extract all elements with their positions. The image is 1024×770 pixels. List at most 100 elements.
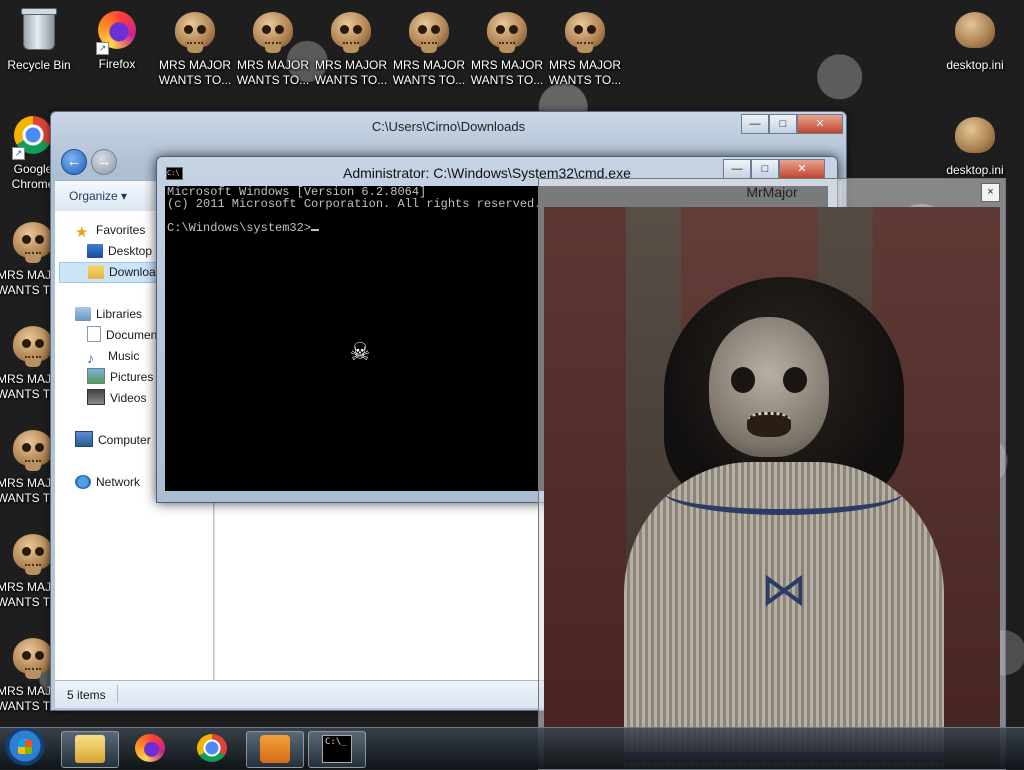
nav-documents[interactable]: Documents bbox=[87, 326, 167, 345]
nav-computer[interactable]: Computer bbox=[75, 431, 151, 450]
system-tray[interactable] bbox=[928, 734, 1018, 764]
nav-videos[interactable]: Videos bbox=[87, 389, 146, 408]
pictures-icon bbox=[87, 368, 105, 384]
skull-icon bbox=[13, 222, 53, 263]
taskbar-explorer[interactable] bbox=[61, 731, 119, 768]
desktop-icon-mrs-major-2[interactable]: MRS MAJOR WANTS TO... bbox=[236, 8, 310, 88]
taskbar-media-player[interactable] bbox=[246, 731, 304, 768]
maximize-button[interactable]: □ bbox=[769, 114, 797, 134]
windows-logo-icon bbox=[18, 740, 32, 754]
downloads-folder-icon bbox=[88, 265, 104, 279]
desktop-icon-mrs-major-6[interactable]: MRS MAJOR WANTS TO... bbox=[548, 8, 622, 88]
desktop-icon-mrs-major-1[interactable]: MRS MAJOR WANTS TO... bbox=[158, 8, 232, 88]
nav-label: Pictures bbox=[110, 370, 154, 384]
doll-face bbox=[709, 317, 829, 457]
nav-favorites[interactable]: ★ Favorites bbox=[75, 221, 145, 240]
taskbar-cmd[interactable]: C:\_ bbox=[308, 731, 366, 768]
back-button[interactable]: ← bbox=[61, 149, 87, 175]
skull-icon bbox=[955, 117, 995, 153]
taskbar-chrome[interactable] bbox=[184, 731, 240, 766]
explorer-title: C:\Users\Cirno\Downloads bbox=[371, 119, 526, 134]
close-button[interactable]: ✕ bbox=[797, 114, 843, 134]
doll-bow: ⋈ bbox=[761, 563, 807, 615]
doll-eye bbox=[783, 367, 807, 393]
doll-mouth bbox=[747, 412, 791, 437]
skull-crossbones-icon: ☠ bbox=[350, 336, 370, 370]
desktop-icon-label: Google Chrome bbox=[11, 162, 55, 191]
console-prompt: C:\Windows\system32> bbox=[167, 221, 312, 235]
desktop-icon-label: MRS MAJOR WANTS TO... bbox=[158, 58, 232, 87]
libraries-icon bbox=[75, 307, 91, 321]
taskbar: C:\_ bbox=[0, 727, 1024, 769]
desktop-icon-mrs-major-5[interactable]: MRS MAJOR WANTS TO... bbox=[470, 8, 544, 88]
nav-pictures[interactable]: Pictures bbox=[87, 368, 153, 387]
organize-button[interactable]: Organize ▾ bbox=[69, 189, 127, 203]
skull-icon bbox=[13, 326, 53, 367]
skull-icon bbox=[955, 12, 995, 48]
chrome-icon bbox=[197, 734, 227, 762]
desktop-icon-desktop-ini-1[interactable]: desktop.ini bbox=[938, 8, 1012, 73]
forward-button[interactable]: → bbox=[91, 149, 117, 175]
cmd-window-controls: — □ ✕ bbox=[723, 159, 825, 179]
nav-label: Music bbox=[108, 349, 140, 363]
taskbar-firefox[interactable] bbox=[122, 731, 178, 766]
mrmajor-title: MrMajor bbox=[746, 184, 798, 200]
maximize-button[interactable]: □ bbox=[751, 159, 779, 179]
desktop-icon-label: MRS MAJOR WANTS TO... bbox=[548, 58, 622, 87]
folder-icon bbox=[75, 735, 105, 763]
skull-icon bbox=[409, 12, 449, 53]
shortcut-arrow-icon: ↗ bbox=[96, 42, 109, 55]
desktop-icon-label: desktop.ini bbox=[946, 163, 1004, 177]
desktop-icon-mrs-major-4[interactable]: MRS MAJOR WANTS TO... bbox=[392, 8, 466, 88]
close-button[interactable]: ✕ bbox=[779, 159, 825, 179]
nav-label: Favorites bbox=[96, 223, 146, 237]
desktop-icon-label: desktop.ini bbox=[946, 58, 1004, 72]
skull-icon bbox=[331, 12, 371, 53]
nav-desktop[interactable]: Desktop bbox=[87, 242, 152, 261]
nav-libraries[interactable]: Libraries bbox=[75, 305, 142, 324]
doll-eye bbox=[731, 367, 755, 393]
doll-image: ⋈ bbox=[544, 207, 1000, 769]
desktop-icon-mrs-major-3[interactable]: MRS MAJOR WANTS TO... bbox=[314, 8, 388, 88]
skull-icon bbox=[13, 638, 53, 679]
minimize-button[interactable]: — bbox=[741, 114, 769, 134]
firefox-icon bbox=[135, 734, 165, 762]
network-icon bbox=[75, 475, 91, 489]
desktop-icon-label: Firefox bbox=[98, 57, 136, 71]
item-count: 5 items bbox=[67, 688, 106, 702]
recycle-bin-icon bbox=[21, 8, 57, 50]
close-button[interactable]: × bbox=[981, 183, 1000, 202]
desktop-icon bbox=[87, 244, 103, 258]
skull-icon bbox=[565, 12, 605, 53]
nav-label: Desktop bbox=[108, 244, 153, 258]
nav-music[interactable]: ♪ Music bbox=[87, 347, 139, 366]
text-cursor bbox=[311, 229, 320, 231]
nav-network[interactable]: Network bbox=[75, 473, 140, 492]
desktop-icon-label: Recycle Bin bbox=[7, 58, 71, 72]
status-divider bbox=[117, 685, 118, 703]
explorer-window-controls: — □ ✕ bbox=[741, 114, 843, 134]
desktop-icon-firefox[interactable]: ↗ Firefox bbox=[80, 8, 154, 72]
shortcut-arrow-icon: ↗ bbox=[12, 147, 25, 160]
music-icon: ♪ bbox=[87, 350, 94, 366]
explorer-nav-buttons: ← → bbox=[61, 149, 117, 175]
star-icon: ★ bbox=[75, 224, 89, 241]
nav-label: Network bbox=[96, 475, 141, 489]
skull-icon bbox=[175, 12, 215, 53]
documents-icon bbox=[87, 326, 101, 342]
skull-icon bbox=[487, 12, 527, 53]
skull-icon bbox=[13, 430, 53, 471]
videos-icon bbox=[87, 389, 105, 405]
computer-icon bbox=[75, 431, 93, 447]
desktop-icon-recycle-bin[interactable]: Recycle Bin bbox=[2, 8, 76, 73]
nav-label: Computer bbox=[98, 433, 151, 447]
desktop-icon-label: MRS MAJOR WANTS TO... bbox=[236, 58, 310, 87]
desktop-icon-desktop-ini-2[interactable]: desktop.ini bbox=[938, 113, 1012, 178]
cmd-icon: C:\_ bbox=[322, 735, 352, 763]
doll-collar bbox=[664, 469, 904, 515]
cmd-app-icon: C:\ bbox=[166, 167, 183, 180]
start-button[interactable] bbox=[4, 728, 46, 768]
mrmajor-window[interactable]: MrMajor × ⋈ bbox=[538, 178, 1006, 770]
minimize-button[interactable]: — bbox=[723, 159, 751, 179]
nav-label: Libraries bbox=[96, 307, 143, 321]
